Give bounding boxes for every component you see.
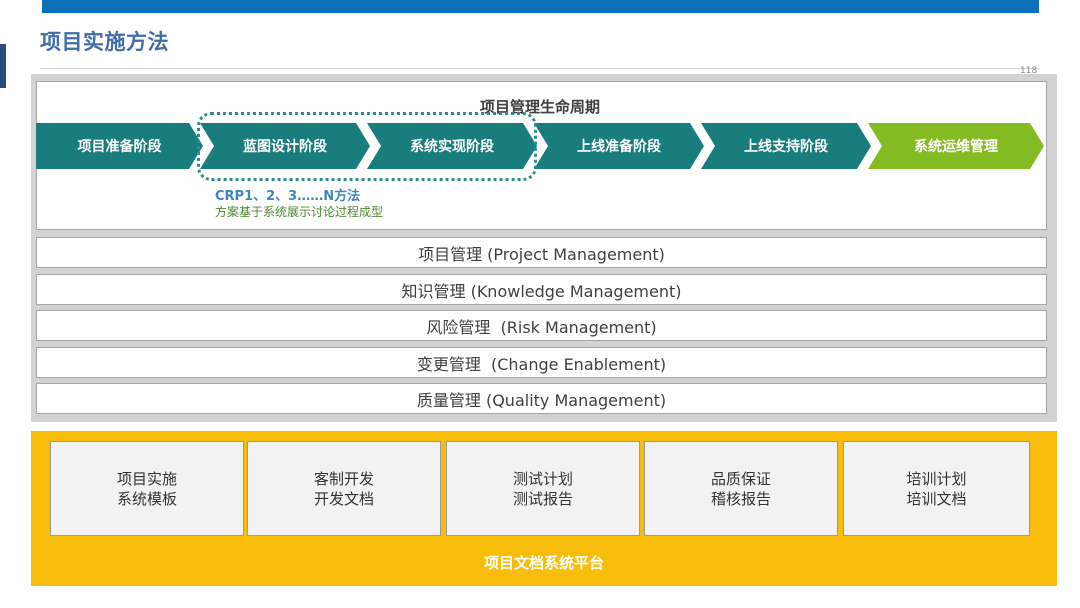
project-management-row: 项目管理 (Project Management): [36, 237, 1047, 268]
doc-line: 客制开发: [313, 469, 374, 488]
doc-line: 稽核报告: [710, 489, 771, 508]
doc-box-quality: 品质保证 稽核报告: [644, 441, 838, 536]
knowledge-management-row: 知识管理 (Knowledge Management): [36, 274, 1047, 305]
crp-method-label: CRP1、2、3……N方法: [215, 189, 361, 204]
phase-project-preparation: 项目准备阶段: [36, 123, 203, 169]
lifecycle-title: 项目管理生命周期: [479, 98, 600, 116]
quality-management-row: 质量管理 (Quality Management): [36, 383, 1047, 414]
doc-box-testing: 测试计划 测试报告: [446, 441, 640, 536]
doc-line: 测试计划: [512, 469, 573, 488]
doc-box-implementation: 项目实施 系统模板: [50, 441, 244, 536]
doc-line: 测试报告: [512, 489, 573, 508]
doc-box-development: 客制开发 开发文档: [247, 441, 441, 536]
doc-line: 培训文档: [906, 489, 967, 508]
doc-line: 项目实施: [116, 469, 177, 488]
doc-line: 品质保证: [710, 469, 771, 488]
slide-title: 项目实施方法: [40, 30, 169, 54]
side-accent-mark: [0, 44, 6, 88]
crp-highlight-outline: [197, 112, 537, 181]
doc-line: 开发文档: [313, 489, 374, 508]
phase-go-live-preparation: 上线准备阶段: [534, 123, 704, 169]
doc-line: 系统模板: [116, 489, 177, 508]
phase-system-operations: 系统运维管理: [868, 123, 1044, 169]
doc-line: 培训计划: [906, 469, 967, 488]
doc-box-training: 培训计划 培训文档: [843, 441, 1030, 536]
risk-management-row: 风险管理 (Risk Management): [36, 310, 1047, 341]
platform-label: 项目文档系统平台: [483, 554, 604, 572]
change-enablement-row: 变更管理 (Change Enablement): [36, 347, 1047, 378]
title-divider: [40, 68, 1040, 69]
crp-method-description: 方案基于系统展示讨论过程成型: [215, 205, 384, 219]
top-accent-bar: [42, 0, 1039, 13]
phase-go-live-support: 上线支持阶段: [701, 123, 871, 169]
